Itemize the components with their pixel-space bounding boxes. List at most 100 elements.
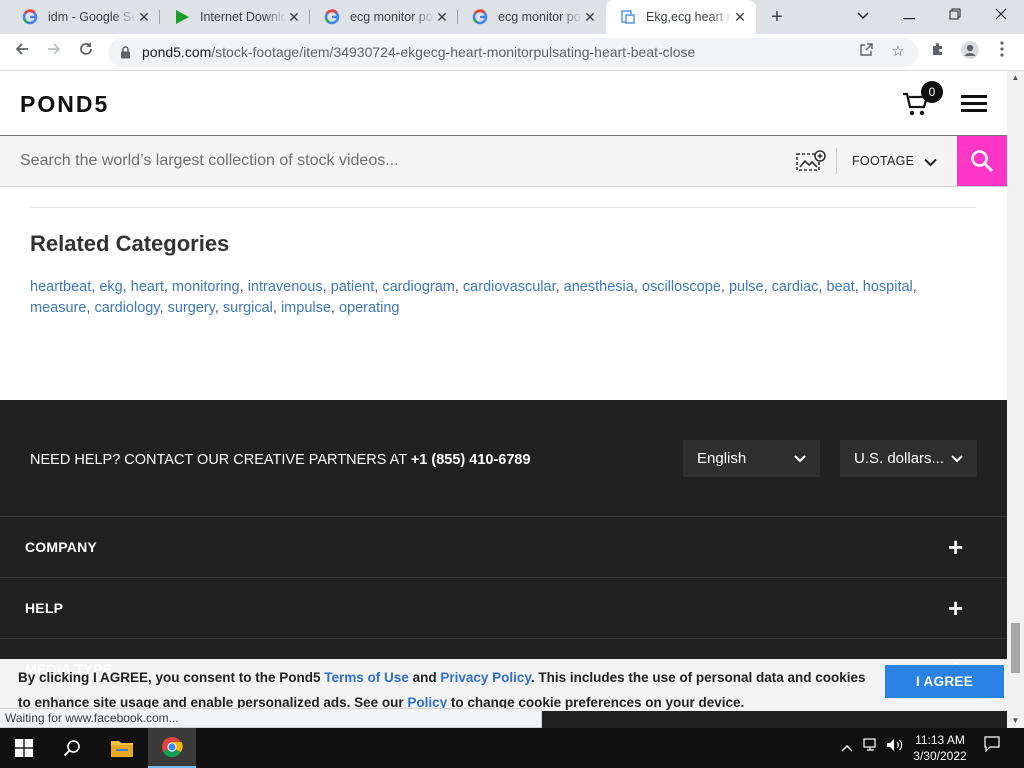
google-icon [22,9,38,25]
footer-section-help[interactable]: HELP + [0,577,1007,638]
hamburger-menu-icon[interactable] [961,95,987,112]
taskbar-search-icon[interactable] [48,728,96,768]
section-divider [30,207,976,208]
cookie-consent-banner: By clicking I AGREE, you consent to the … [0,659,1007,711]
bookmark-star-icon[interactable]: ☆ [888,42,908,62]
tag-separator: , [720,279,729,295]
i-agree-button[interactable]: I AGREE [885,665,1004,698]
taskbar-clock[interactable]: 11:13 AM 3/30/2022 [905,732,975,764]
browser-tab[interactable]: ecg monitor po ✕ [458,0,606,34]
tab-close-icon[interactable]: ✕ [286,9,302,26]
tag-link[interactable]: cardiogram [382,279,455,295]
extensions-puzzle-icon[interactable] [926,40,950,64]
language-select[interactable]: English [683,440,820,477]
language-value: English [697,450,747,467]
windows-start-icon[interactable] [0,728,48,768]
tag-separator: , [163,279,172,295]
tag-link[interactable]: patient [331,279,375,295]
tag-link[interactable]: pulse [729,279,764,295]
page-scrollbar[interactable]: ▲ ▼ [1007,71,1024,728]
tag-link[interactable]: cardiovascular [463,279,556,295]
clock-date: 3/30/2022 [913,749,967,763]
notifications-icon[interactable] [980,728,1004,768]
search-icon [971,150,993,172]
media-type-select[interactable]: FOOTAGE [852,136,914,186]
tag-link[interactable]: surgery [168,300,215,316]
close-window-icon[interactable] [978,0,1024,30]
footer-section-company[interactable]: COMPANY + [0,516,1007,577]
tag-link[interactable]: measure [30,300,86,316]
tag-separator: , [555,279,564,295]
tag-link[interactable]: hospital [863,279,913,295]
browser-tab[interactable]: idm - Google Se ✕ [8,0,160,34]
lock-icon[interactable] [120,46,131,64]
new-tab-icon[interactable]: + [766,6,788,28]
tab-title: ecg monitor po [498,10,581,24]
expand-plus-icon[interactable]: + [948,578,963,639]
tab-title: idm - Google Se [48,10,136,24]
tab-title: ecg monitor po [350,10,433,24]
reload-icon[interactable] [74,40,98,64]
tag-link[interactable]: surgical [223,300,273,316]
browser-tab[interactable]: Internet Downlo ✕ [160,0,310,34]
pond5-logo[interactable]: POND5 [20,91,109,118]
privacy-policy-link[interactable]: Privacy Policy [440,670,531,685]
scroll-down-arrow-icon[interactable]: ▼ [1007,714,1024,728]
minimize-icon[interactable] [886,0,932,30]
network-icon[interactable] [860,728,882,768]
file-explorer-icon[interactable] [98,728,146,768]
tag-link[interactable]: monitoring [172,279,240,295]
scroll-up-arrow-icon[interactable]: ▲ [1007,71,1024,85]
scrollbar-thumb[interactable] [1011,623,1020,673]
tab-close-icon[interactable]: ✕ [136,9,152,26]
url-path: /stock-footage/item/34930724-ekgecg-hear… [211,44,696,60]
tag-separator: , [272,300,281,316]
search-input[interactable] [0,136,780,186]
tab-close-icon[interactable]: ✕ [582,9,598,26]
image-search-icon[interactable] [796,150,826,172]
clock-time: 11:13 AM [915,733,965,747]
chevron-down-icon [951,440,963,477]
back-arrow-icon[interactable] [10,40,34,64]
tag-link[interactable]: ekg [99,279,122,295]
footer-section-label: HELP [25,600,64,616]
currency-select[interactable]: U.S. dollars... [840,440,977,477]
search-button[interactable] [957,136,1007,186]
tag-link[interactable]: operating [339,300,399,316]
related-tags-list: heartbeat, ekg, heart, monitoring, intra… [30,277,980,319]
tag-link[interactable]: heartbeat [30,279,91,295]
pond5-page-icon [620,9,636,25]
tag-link[interactable]: anesthesia [564,279,634,295]
tag-separator: , [633,279,642,295]
tag-link[interactable]: impulse [281,300,331,316]
share-icon[interactable] [856,42,876,62]
cart-count-badge: 0 [921,81,943,103]
browser-toolbar: pond5.com/stock-footage/item/34930724-ek… [0,34,1024,71]
tag-separator: , [912,279,917,295]
cookie-text-part: and [408,670,441,685]
tag-link[interactable]: heart [131,279,164,295]
restore-icon[interactable] [932,0,978,30]
idm-play-icon [174,9,190,25]
help-phone[interactable]: +1 (855) 410-6789 [411,452,531,468]
profile-avatar-icon[interactable] [958,40,982,64]
browser-tab[interactable]: ecg monitor po ✕ [310,0,458,34]
tab-search-chevron-icon[interactable] [840,0,886,30]
tab-close-icon[interactable]: ✕ [434,9,450,26]
tab-close-icon[interactable]: ✕ [732,9,748,26]
tag-link[interactable]: cardiac [772,279,819,295]
browser-tab-active[interactable]: Ekg,ecg heart m ✕ [606,0,756,34]
tag-link[interactable]: cardiology [94,300,159,316]
tray-chevron-up-icon[interactable] [838,728,856,768]
browser-menu-icon[interactable] [990,40,1014,64]
expand-plus-icon[interactable]: + [948,517,963,578]
volume-icon[interactable] [884,728,906,768]
forward-arrow-icon[interactable] [42,40,66,64]
chevron-down-icon[interactable] [924,154,937,172]
tag-link[interactable]: intravenous [248,279,323,295]
address-bar[interactable]: pond5.com/stock-footage/item/34930724-ek… [108,38,918,67]
chrome-taskbar-icon[interactable] [148,728,196,768]
tag-link[interactable]: beat [826,279,854,295]
terms-of-use-link[interactable]: Terms of Use [324,670,409,685]
tag-link[interactable]: oscilloscope [642,279,721,295]
